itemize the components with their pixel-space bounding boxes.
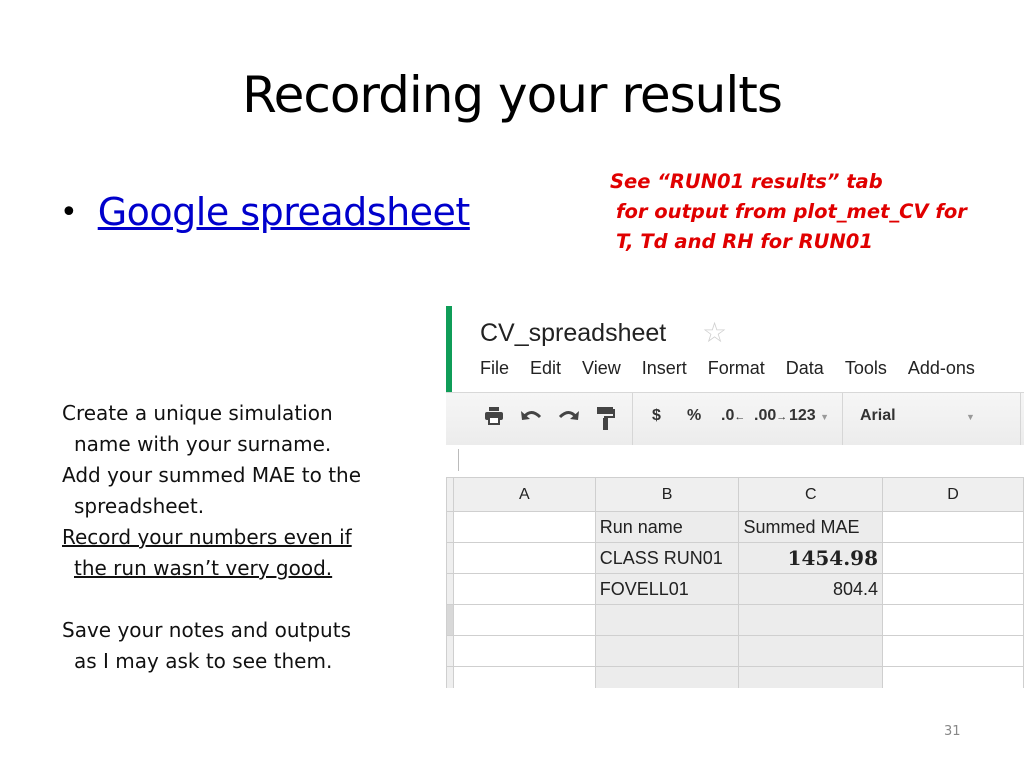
- menu-view[interactable]: View: [582, 358, 621, 379]
- table-row: [446, 635, 1024, 667]
- increase-decimals-label: .00: [754, 407, 777, 424]
- print-icon[interactable]: [484, 407, 504, 430]
- instruction-line: Save your notes and outputs: [62, 618, 351, 642]
- cell[interactable]: [594, 635, 740, 667]
- cell[interactable]: [882, 635, 1024, 667]
- font-family-select[interactable]: Arial: [860, 407, 896, 425]
- google-spreadsheet-link[interactable]: Google spreadsheet: [98, 190, 471, 234]
- toolbar-separator: [1020, 393, 1021, 445]
- toolbar: $ % .0← .00→ 123 ▼ Arial ▼: [446, 392, 1024, 446]
- cell[interactable]: [452, 573, 596, 605]
- column-header-b[interactable]: B: [594, 477, 740, 512]
- currency-format-button[interactable]: $: [652, 407, 661, 425]
- cell[interactable]: [738, 635, 883, 667]
- bullet-dot-icon: •: [60, 194, 78, 230]
- row-header[interactable]: [446, 666, 454, 688]
- column-header-c[interactable]: C: [738, 477, 883, 512]
- toolbar-separator: [842, 393, 843, 445]
- cell[interactable]: 1454.98: [738, 542, 883, 574]
- cell[interactable]: [452, 604, 596, 636]
- menu-file[interactable]: File: [480, 358, 509, 379]
- instruction-line-underlined: Record your numbers even if: [62, 525, 352, 549]
- instruction-line: Add your summed MAE to the: [62, 463, 362, 487]
- menu-addons[interactable]: Add-ons: [908, 358, 975, 379]
- instruction-line: Create a unique simulation: [62, 401, 333, 425]
- note-line: for output from plot_met_CV for: [616, 200, 967, 223]
- instruction-line: spreadsheet.: [74, 494, 205, 518]
- corner-cell[interactable]: [446, 477, 454, 512]
- increase-decimals-button[interactable]: .00→: [754, 407, 787, 425]
- row-header[interactable]: [446, 635, 454, 667]
- arrow-left-icon: ←: [734, 411, 746, 423]
- row-header[interactable]: [446, 542, 454, 574]
- cell[interactable]: [738, 666, 883, 688]
- table-row: CLASS RUN01 1454.98: [446, 542, 1024, 574]
- instructions-text: Create a unique simulation name with you…: [62, 398, 361, 677]
- decrease-decimals-button[interactable]: .0←: [721, 407, 745, 425]
- paint-format-icon[interactable]: [596, 407, 616, 436]
- instruction-line: as I may ask to see them.: [74, 649, 333, 673]
- bullet-item: • Google spreadsheet: [60, 190, 470, 234]
- cell[interactable]: Run name: [594, 511, 740, 543]
- cell[interactable]: [594, 604, 740, 636]
- table-row: [446, 604, 1024, 636]
- formula-bar[interactable]: [446, 445, 1024, 477]
- table-row: Run name Summed MAE: [446, 511, 1024, 543]
- table-row: FOVELL01 804.4: [446, 573, 1024, 605]
- cell[interactable]: CLASS RUN01: [594, 542, 740, 574]
- cell[interactable]: [882, 511, 1024, 543]
- star-icon[interactable]: ☆: [702, 316, 727, 349]
- cell[interactable]: Summed MAE: [738, 511, 883, 543]
- note-line: See “RUN01 results” tab: [610, 170, 883, 193]
- cell[interactable]: [882, 573, 1024, 605]
- row-header[interactable]: [446, 511, 454, 543]
- undo-icon[interactable]: [520, 407, 542, 428]
- menu-tools[interactable]: Tools: [845, 358, 887, 379]
- spreadsheet-screenshot: CV_spreadsheet ☆ File Edit View Insert F…: [446, 306, 1024, 688]
- column-header-a[interactable]: A: [452, 477, 596, 512]
- redo-icon[interactable]: [558, 407, 580, 428]
- cell[interactable]: [452, 542, 596, 574]
- more-formats-label: 123: [789, 407, 816, 424]
- cell[interactable]: [882, 666, 1024, 688]
- cell[interactable]: [452, 635, 596, 667]
- cell[interactable]: [452, 511, 596, 543]
- cell[interactable]: [882, 604, 1024, 636]
- column-header-row: A B C D: [446, 477, 1024, 512]
- arrow-right-icon: →: [776, 411, 788, 423]
- note-line: T, Td and RH for RUN01: [616, 230, 873, 253]
- document-title[interactable]: CV_spreadsheet: [480, 319, 666, 348]
- cell[interactable]: [738, 604, 883, 636]
- sheets-accent-bar: [446, 306, 452, 392]
- percent-format-button[interactable]: %: [687, 407, 701, 425]
- row-header[interactable]: [446, 573, 454, 605]
- menu-format[interactable]: Format: [708, 358, 765, 379]
- cell[interactable]: [594, 666, 740, 688]
- menu-bar: File Edit View Insert Format Data Tools …: [480, 358, 996, 379]
- cell[interactable]: 804.4: [738, 573, 883, 605]
- cell[interactable]: FOVELL01: [594, 573, 740, 605]
- red-note: See “RUN01 results” tab for output from …: [610, 167, 967, 257]
- column-header-d[interactable]: D: [882, 477, 1024, 512]
- instruction-line: name with your surname.: [74, 432, 332, 456]
- menu-edit[interactable]: Edit: [530, 358, 561, 379]
- cell[interactable]: [452, 666, 596, 688]
- row-header[interactable]: [446, 604, 454, 636]
- font-dropdown-arrow-icon[interactable]: ▼: [966, 412, 975, 422]
- toolbar-separator: [632, 393, 633, 445]
- spreadsheet-grid: A B C D Run name Summed MAE CLASS RUN01 …: [446, 477, 1024, 688]
- more-formats-button[interactable]: 123 ▼: [789, 407, 829, 425]
- instruction-line-underlined: the run wasn’t very good.: [74, 556, 333, 580]
- menu-insert[interactable]: Insert: [642, 358, 687, 379]
- decrease-decimals-label: .0: [721, 407, 735, 424]
- page-number: 31: [944, 724, 961, 739]
- formula-caret: [458, 449, 459, 471]
- cell[interactable]: [882, 542, 1024, 574]
- menu-data[interactable]: Data: [786, 358, 824, 379]
- table-row: [446, 666, 1024, 688]
- slide-title: Recording your results: [242, 66, 783, 124]
- dropdown-arrow-icon: ▼: [820, 412, 830, 422]
